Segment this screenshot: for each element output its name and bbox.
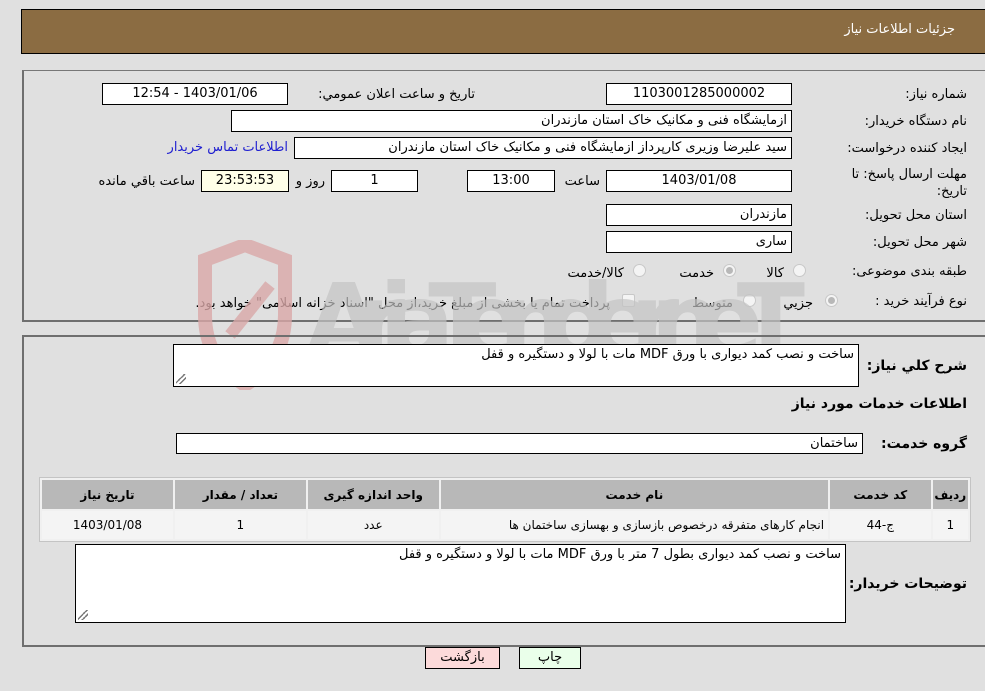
- cell-service-name: انجام کارهای متفرقه درخصوص بازسازی و بهس…: [440, 511, 829, 539]
- city-field: ساری: [606, 231, 792, 253]
- cell-need-date: 1403/01/08: [42, 511, 173, 539]
- category-service-radio[interactable]: [723, 264, 736, 277]
- summary-text: ساخت و نصب کمد دیواری با ورق MDF مات با …: [481, 347, 854, 362]
- resize-grip-icon[interactable]: [78, 610, 88, 620]
- summary-label: شرح كلي نياز:: [866, 358, 967, 374]
- process-type-label: نوع فرآیند خرید :: [875, 294, 967, 309]
- deadline-date-field: 1403/01/08: [606, 170, 792, 192]
- requester-label: ایجاد کننده درخواست:: [847, 141, 967, 156]
- process-medium-radio[interactable]: [743, 294, 756, 307]
- page-header: جزئیات اطلاعات نیاز: [21, 9, 985, 54]
- cell-service-code: ج-44: [830, 511, 931, 539]
- back-button[interactable]: بازگشت: [425, 647, 500, 669]
- buyer-org-field: ازمایشگاه فنی و مکانیک خاک استان مازندرا…: [231, 110, 792, 132]
- category-service-label: خدمت: [679, 266, 714, 281]
- process-minor-label: جزیي: [783, 296, 813, 311]
- buyer-notes-textarea[interactable]: ساخت و نصب کمد دیواری بطول 7 متر با ورق …: [75, 544, 846, 623]
- province-label: استان محل تحویل:: [865, 208, 967, 223]
- buyer-notes-text: ساخت و نصب کمد دیواری بطول 7 متر با ورق …: [399, 547, 841, 562]
- services-table: ردیف کد خدمت نام خدمت واحد اندازه گیری ت…: [39, 477, 971, 542]
- cell-unit: عدد: [307, 511, 439, 539]
- announce-datetime-label: تاریخ و ساعت اعلان عمومي:: [318, 87, 475, 102]
- services-heading: اطلاعات خدمات مورد نیاز: [791, 396, 967, 412]
- col-header-service-name: نام خدمت: [440, 480, 829, 509]
- deadline-label-line2: تاریخ:: [936, 184, 967, 199]
- service-group-label: گروه خدمت:: [881, 436, 967, 452]
- remaining-time-label: ساعت باقي مانده: [98, 174, 195, 189]
- treasury-label: پرداخت تمام یا بخشی از مبلغ خرید،از محل …: [195, 296, 610, 311]
- requester-field: سید علیرضا وزیری کارپرداز ازمایشگاه فنی …: [294, 137, 792, 159]
- need-number-field: 1103001285000002: [606, 83, 792, 105]
- category-goods-label: کالا: [766, 266, 784, 281]
- category-goods-service-label: کالا/خدمت: [567, 266, 624, 281]
- announce-datetime-field: 1403/01/06 - 12:54: [102, 83, 288, 105]
- category-goods-service-radio[interactable]: [633, 264, 646, 277]
- deadline-label: مهلت ارسال پاسخ: تا تاریخ:: [852, 166, 967, 200]
- remaining-time-field: 23:53:53: [201, 170, 289, 192]
- process-medium-label: متوسط: [692, 296, 733, 311]
- print-button[interactable]: چاپ: [519, 647, 581, 669]
- buyer-contact-link[interactable]: اطلاعات تماس خریدار: [168, 140, 288, 155]
- col-header-unit: واحد اندازه گیری: [307, 480, 439, 509]
- category-label: طبقه بندی موضوعی:: [851, 264, 967, 279]
- cell-quantity: 1: [174, 511, 306, 539]
- city-label: شهر محل تحویل:: [872, 235, 967, 250]
- days-remaining-field: 1: [331, 170, 418, 192]
- col-header-quantity: تعداد / مقدار: [174, 480, 306, 509]
- deadline-label-line1: مهلت ارسال پاسخ: تا: [851, 167, 967, 182]
- days-label: روز و: [295, 174, 325, 189]
- col-header-service-code: کد خدمت: [830, 480, 931, 509]
- table-header-row: ردیف کد خدمت نام خدمت واحد اندازه گیری ت…: [42, 480, 968, 509]
- treasury-checkbox[interactable]: [622, 294, 635, 307]
- buyer-org-label: نام دستگاه خریدار:: [864, 114, 967, 129]
- service-group-field: ساختمان: [176, 433, 863, 454]
- page-title: جزئیات اطلاعات نیاز: [844, 22, 955, 37]
- need-info-panel: [22, 70, 985, 322]
- buyer-notes-label: توضیحات خریدار:: [848, 576, 967, 592]
- category-goods-radio[interactable]: [793, 264, 806, 277]
- process-minor-radio[interactable]: [825, 294, 838, 307]
- col-header-need-date: تاریخ نیاز: [42, 480, 173, 509]
- col-header-row-number: ردیف: [932, 480, 968, 509]
- deadline-time-field: 13:00: [467, 170, 555, 192]
- need-number-label: شماره نیاز:: [905, 87, 967, 102]
- table-row: 1 ج-44 انجام کارهای متفرقه درخصوص بازساز…: [42, 511, 968, 539]
- summary-textarea[interactable]: ساخت و نصب کمد دیواری با ورق MDF مات با …: [173, 344, 859, 387]
- resize-grip-icon[interactable]: [176, 374, 186, 384]
- deadline-time-label: ساعت: [564, 174, 600, 189]
- cell-row-number: 1: [932, 511, 968, 539]
- province-field: مازندران: [606, 204, 792, 226]
